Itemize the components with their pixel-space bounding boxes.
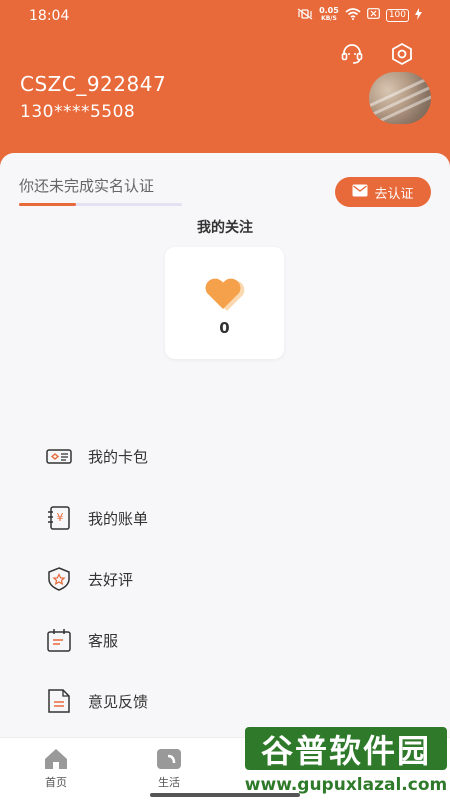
feedback-document-icon bbox=[46, 688, 72, 714]
follow-section-title: 我的关注 bbox=[197, 220, 253, 236]
customer-service-headset-icon[interactable] bbox=[340, 42, 364, 66]
home-icon bbox=[43, 748, 69, 770]
home-indicator[interactable] bbox=[150, 793, 300, 797]
life-icon bbox=[156, 748, 182, 770]
tab-home[interactable]: 首页 bbox=[26, 748, 86, 790]
menu-item-customer-service[interactable]: 客服 bbox=[0, 610, 450, 670]
network-speed: 0.05 KB/S bbox=[319, 6, 339, 23]
verification-progress-fill bbox=[19, 203, 77, 206]
calendar-service-icon bbox=[46, 627, 72, 653]
menu-item-bills[interactable]: ¥ 我的账单 bbox=[0, 488, 450, 548]
verify-button-label: 去认证 bbox=[374, 186, 414, 202]
heart-icon bbox=[203, 277, 247, 313]
verification-progress bbox=[19, 203, 182, 206]
avatar[interactable] bbox=[369, 72, 431, 124]
status-time: 18:04 bbox=[29, 8, 70, 24]
card-wallet-icon bbox=[46, 443, 72, 469]
watermark: 谷普软件园 www.gupuxlazal.com bbox=[245, 727, 447, 800]
tab-label: 生活 bbox=[158, 776, 180, 789]
star-shield-icon bbox=[46, 566, 72, 592]
vibrate-mute-icon bbox=[297, 7, 313, 23]
status-bar: 18:04 0.05 KB/S 100 bbox=[0, 0, 450, 32]
settings-hexagon-icon[interactable] bbox=[390, 42, 414, 66]
battery-indicator: 100 bbox=[385, 8, 409, 22]
wifi-icon bbox=[345, 7, 361, 23]
menu-item-feedback[interactable]: 意见反馈 bbox=[0, 671, 450, 731]
profile-username: CSZC_922847 bbox=[20, 72, 167, 96]
profile-header: 18:04 0.05 KB/S 100 CSZC_922847 130****5… bbox=[0, 0, 450, 175]
menu-item-label: 我的账单 bbox=[88, 509, 149, 528]
status-icons: 0.05 KB/S 100 bbox=[297, 7, 422, 23]
verify-button[interactable]: 去认证 bbox=[335, 177, 431, 207]
envelope-icon bbox=[352, 184, 368, 201]
follow-card[interactable]: 0 bbox=[165, 247, 284, 359]
watermark-title: 谷普软件园 bbox=[245, 727, 447, 770]
menu-item-card-wallet[interactable]: 我的卡包 bbox=[0, 426, 450, 486]
menu-item-label: 去好评 bbox=[88, 570, 134, 589]
charging-icon bbox=[415, 7, 422, 23]
menu-item-label: 客服 bbox=[88, 631, 119, 650]
menu-item-review[interactable]: 去好评 bbox=[0, 549, 450, 609]
tab-life[interactable]: 生活 bbox=[139, 748, 199, 790]
profile-phone: 130****5508 bbox=[20, 102, 136, 122]
bill-icon: ¥ bbox=[46, 505, 72, 531]
header-actions bbox=[340, 42, 414, 66]
menu-item-label: 意见反馈 bbox=[88, 692, 149, 711]
verification-prompt: 你还未完成实名认证 bbox=[19, 177, 155, 195]
menu-item-label: 我的卡包 bbox=[88, 447, 149, 466]
follow-count: 0 bbox=[219, 319, 230, 337]
tab-label: 首页 bbox=[45, 776, 67, 789]
sim-icon bbox=[366, 8, 380, 22]
svg-text:¥: ¥ bbox=[57, 511, 64, 524]
